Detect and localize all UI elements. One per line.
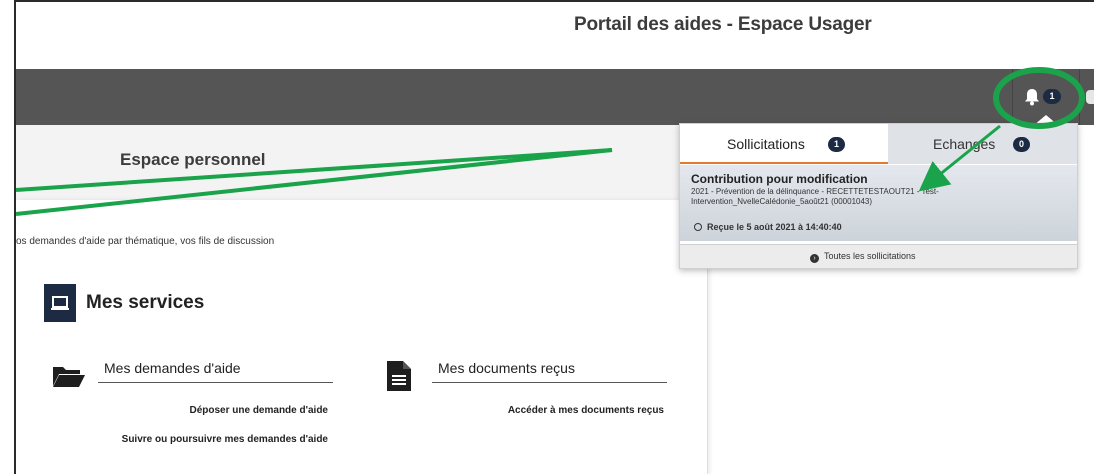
notification-received: Reçue le 5 août 2021 à 14:40:40 xyxy=(694,222,842,232)
tab-echanges-label: Echanges xyxy=(933,136,996,152)
portal-title: Portail des aides - Espace Usager xyxy=(574,14,872,35)
documents-divider xyxy=(432,382,667,383)
demandes-title: Mes demandes d'aide xyxy=(104,360,241,376)
folder-open-icon xyxy=(53,367,85,387)
arrow-circle-icon: › xyxy=(810,254,819,263)
all-sollicitations-label: Toutes les sollicitations xyxy=(824,251,916,261)
tab-sollicitations-label: Sollicitations xyxy=(727,136,805,152)
suivre-demandes-link[interactable]: Suivre ou poursuivre mes demandes d'aide xyxy=(98,431,328,449)
laptop-icon xyxy=(44,284,76,322)
clock-icon xyxy=(694,223,702,231)
notification-title: Contribution pour modification xyxy=(691,172,868,186)
all-sollicitations-link[interactable]: › Toutes les sollicitations xyxy=(810,251,916,263)
sollicitations-count-badge: 1 xyxy=(828,137,845,152)
received-prefix: Reçue le xyxy=(707,222,747,232)
echanges-count-badge: 0 xyxy=(1013,137,1030,152)
demandes-divider xyxy=(98,382,333,383)
user-icon[interactable] xyxy=(1086,90,1094,104)
page: Portail des aides - Espace Usager 1 Espa… xyxy=(0,0,1094,474)
services-title: Mes services xyxy=(86,292,205,313)
file-text-icon xyxy=(387,361,411,391)
notification-description: 2021 - Prévention de la délinquance - RE… xyxy=(691,187,939,206)
intro-text: os demandes d'aide par thématique, vos f… xyxy=(16,236,275,247)
bell-icon[interactable] xyxy=(1024,88,1040,106)
documents-title: Mes documents reçus xyxy=(438,360,575,376)
acceder-documents-link[interactable]: Accéder à mes documents reçus xyxy=(432,405,664,416)
notification-count-badge: 1 xyxy=(1043,89,1061,104)
received-date: 5 août 2021 à 14:40:40 xyxy=(746,222,842,232)
espace-personnel-title: Espace personnel xyxy=(120,150,266,169)
deposer-demande-link[interactable]: Déposer une demande d'aide xyxy=(98,405,328,416)
frame-border-top xyxy=(14,0,1094,2)
top-navigation-bar xyxy=(16,69,1094,125)
